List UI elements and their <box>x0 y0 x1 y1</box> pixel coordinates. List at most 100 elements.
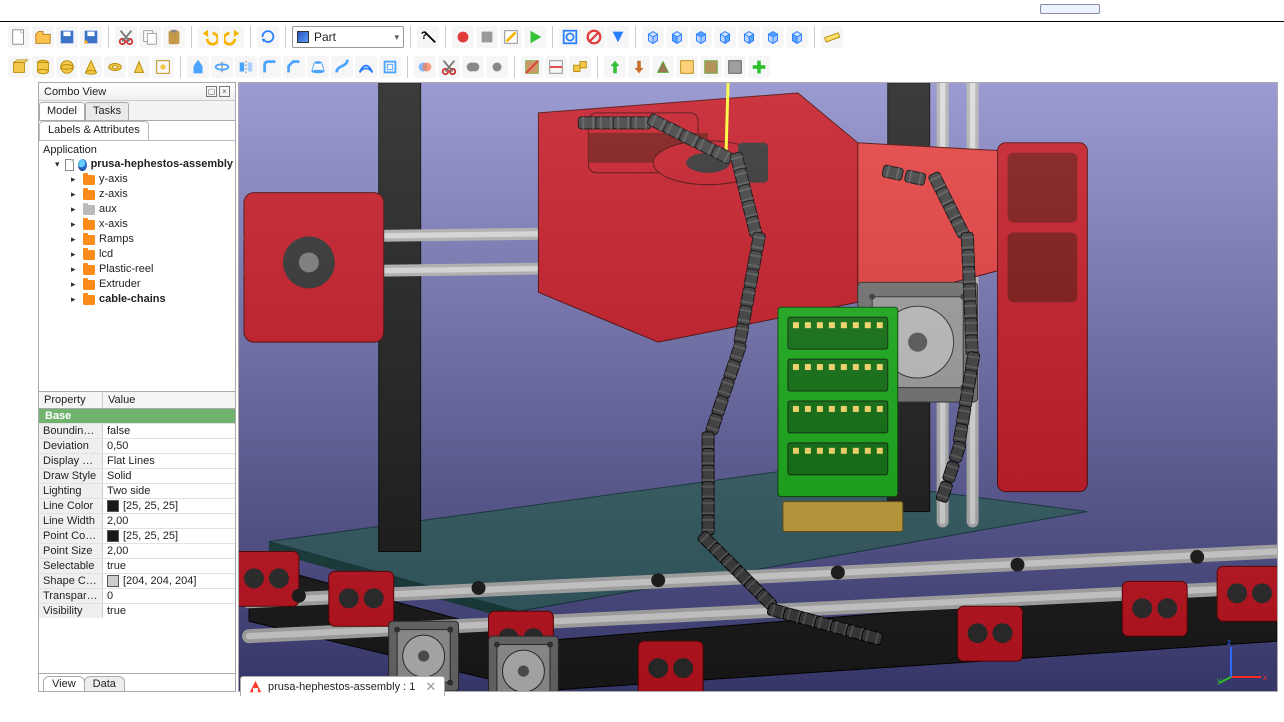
tree-expand-icon[interactable]: ▸ <box>71 172 79 187</box>
view-top-button[interactable] <box>690 26 712 48</box>
macro-record-button[interactable] <box>452 26 474 48</box>
import-button[interactable] <box>604 56 626 78</box>
property-row[interactable]: Boundin… false <box>39 423 235 438</box>
misc1-button[interactable] <box>676 56 698 78</box>
labels-attributes-tab[interactable]: Labels & Attributes <box>39 121 149 140</box>
fillet-button[interactable] <box>259 56 281 78</box>
macro-run-button[interactable] <box>524 26 546 48</box>
fuse-button[interactable] <box>462 56 484 78</box>
chamfer-button[interactable] <box>283 56 305 78</box>
tree-item[interactable]: ▸ aux <box>39 202 235 217</box>
property-tab-data[interactable]: Data <box>84 676 125 691</box>
property-row[interactable]: Deviation 0,50 <box>39 438 235 453</box>
property-row[interactable]: Line Width 2,00 <box>39 513 235 528</box>
tree-expand-icon[interactable]: ▸ <box>71 202 79 217</box>
tree-item[interactable]: ▸ z-axis <box>39 187 235 202</box>
misc3-button[interactable] <box>724 56 746 78</box>
misc2-button[interactable] <box>700 56 722 78</box>
tree-item[interactable]: ▸ lcd <box>39 247 235 262</box>
drop-button[interactable] <box>607 26 629 48</box>
panel-close-icon[interactable]: × <box>219 86 230 97</box>
draft-button[interactable] <box>652 56 674 78</box>
part-torus-button[interactable] <box>104 56 126 78</box>
save-as-file-button[interactable] <box>80 26 102 48</box>
tree-item[interactable]: ▸ Ramps <box>39 232 235 247</box>
tree-item[interactable]: ▸ Extruder <box>39 277 235 292</box>
view-left-button[interactable] <box>786 26 808 48</box>
property-editor[interactable]: BaseBoundin… falseDeviation 0,50Display … <box>39 409 235 673</box>
combo-tab-model[interactable]: Model <box>39 102 85 120</box>
view-iso-button[interactable] <box>642 26 664 48</box>
property-tab-view[interactable]: View <box>43 676 85 691</box>
tree-expand-icon[interactable]: ▸ <box>71 187 79 202</box>
tree-document[interactable]: ▾ prusa-hephestos-assembly <box>39 157 235 172</box>
tree-expand-icon[interactable]: ▸ <box>71 277 79 292</box>
part-cylinder-button[interactable] <box>32 56 54 78</box>
combo-tab-tasks[interactable]: Tasks <box>85 102 129 120</box>
tree-item[interactable]: ▸ y-axis <box>39 172 235 187</box>
cut-button[interactable] <box>438 56 460 78</box>
close-icon[interactable]: ✕ <box>425 679 436 695</box>
tree-collapse-icon[interactable]: ▾ <box>55 157 61 172</box>
workbench-selector[interactable]: Part▾ <box>292 26 404 48</box>
open-file-button[interactable] <box>32 26 54 48</box>
property-row[interactable]: Draw Style Solid <box>39 468 235 483</box>
export-button[interactable] <box>628 56 650 78</box>
copy-button[interactable] <box>139 26 161 48</box>
part-cone-button[interactable] <box>80 56 102 78</box>
sweep-button[interactable] <box>331 56 353 78</box>
whats-this-button[interactable]: ? <box>417 26 439 48</box>
mirror-button[interactable] <box>235 56 257 78</box>
view-bottom-button[interactable] <box>762 26 784 48</box>
view-rear-button[interactable] <box>738 26 760 48</box>
cross-button[interactable] <box>545 56 567 78</box>
undo-button[interactable] <box>198 26 220 48</box>
part-prism-button[interactable] <box>128 56 150 78</box>
property-row[interactable]: Line Color [25, 25, 25] <box>39 498 235 513</box>
property-row[interactable]: Visibility true <box>39 603 235 618</box>
property-row[interactable]: Shape C… [204, 204, 204] <box>39 573 235 588</box>
refresh-button[interactable] <box>257 26 279 48</box>
boolean-button[interactable] <box>414 56 436 78</box>
part-sphere-button[interactable] <box>56 56 78 78</box>
tree-expand-icon[interactable]: ▸ <box>71 217 79 232</box>
common-button[interactable] <box>486 56 508 78</box>
cut-button[interactable] <box>115 26 137 48</box>
new-file-button[interactable] <box>8 26 30 48</box>
view-front-button[interactable] <box>666 26 688 48</box>
tree-item[interactable]: ▸ x-axis <box>39 217 235 232</box>
part-box-button[interactable] <box>8 56 30 78</box>
measure-button[interactable] <box>821 26 843 48</box>
fit-all-button[interactable] <box>559 26 581 48</box>
cancel-button[interactable] <box>583 26 605 48</box>
compound-button[interactable] <box>569 56 591 78</box>
property-row[interactable]: Selectable true <box>39 558 235 573</box>
section-button[interactable] <box>521 56 543 78</box>
paste-button[interactable] <box>163 26 185 48</box>
macro-stop-button[interactable] <box>476 26 498 48</box>
tree-item[interactable]: ▸ Plastic-reel <box>39 262 235 277</box>
revolve-button[interactable] <box>211 56 233 78</box>
property-row[interactable]: Point Co… [25, 25, 25] <box>39 528 235 543</box>
tree-expand-icon[interactable]: ▸ <box>71 262 79 277</box>
tree-expand-icon[interactable]: ▸ <box>71 292 79 307</box>
model-tree[interactable]: Application ▾ prusa-hephestos-assembly ▸… <box>39 141 235 391</box>
property-row[interactable]: Point Size 2,00 <box>39 543 235 558</box>
tree-item[interactable]: ▸ cable-chains <box>39 292 235 307</box>
3d-viewport[interactable]: x z y <box>238 82 1278 692</box>
macro-edit-button[interactable] <box>500 26 522 48</box>
loft-button[interactable] <box>307 56 329 78</box>
offset-button[interactable] <box>355 56 377 78</box>
view-right-button[interactable] <box>714 26 736 48</box>
document-tab[interactable]: prusa-hephestos-assembly : 1 ✕ <box>240 676 445 696</box>
part-builder-button[interactable] <box>152 56 174 78</box>
redo-button[interactable] <box>222 26 244 48</box>
tree-expand-icon[interactable]: ▸ <box>71 232 79 247</box>
property-row[interactable]: Lighting Two side <box>39 483 235 498</box>
tree-expand-icon[interactable]: ▸ <box>71 247 79 262</box>
panel-float-icon[interactable]: ▢ <box>206 86 217 97</box>
add-button[interactable] <box>748 56 770 78</box>
save-file-button[interactable] <box>56 26 78 48</box>
thickness-button[interactable] <box>379 56 401 78</box>
extrude-button[interactable] <box>187 56 209 78</box>
